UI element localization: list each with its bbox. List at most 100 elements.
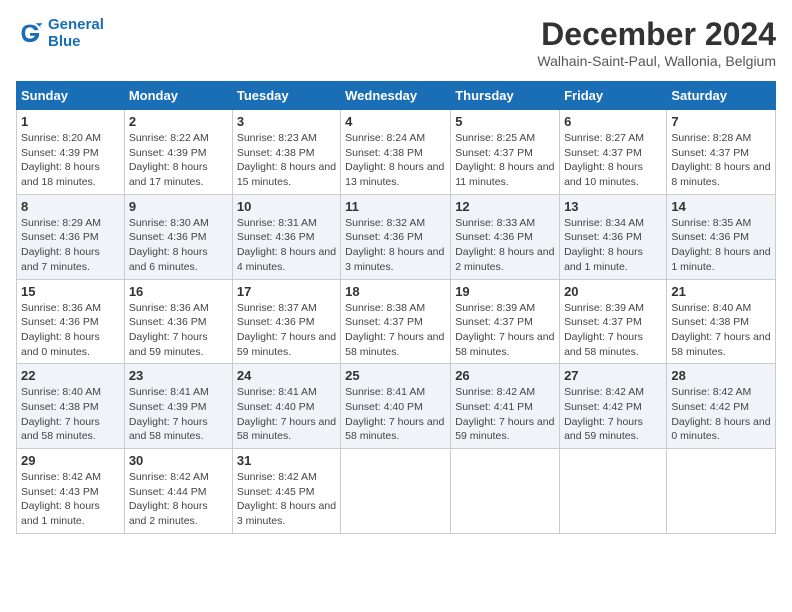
day-detail: Sunrise: 8:28 AMSunset: 4:37 PMDaylight:… <box>671 131 771 190</box>
day-detail: Sunrise: 8:41 AMSunset: 4:40 PMDaylight:… <box>345 385 446 444</box>
day-detail: Sunrise: 8:39 AMSunset: 4:37 PMDaylight:… <box>564 301 662 360</box>
calendar-cell: 3 Sunrise: 8:23 AMSunset: 4:38 PMDaylight… <box>232 110 340 195</box>
day-number: 25 <box>345 368 446 383</box>
title-area: December 2024 Walhain-Saint-Paul, Wallon… <box>537 16 776 69</box>
day-number: 26 <box>455 368 555 383</box>
day-number: 9 <box>129 199 228 214</box>
calendar-cell: 4Sunrise: 8:24 AMSunset: 4:38 PMDaylight… <box>341 110 451 195</box>
weekday-header-saturday: Saturday <box>667 82 776 110</box>
day-number: 24 <box>237 368 336 383</box>
day-detail: Sunrise: 8:32 AMSunset: 4:36 PMDaylight:… <box>345 216 446 275</box>
calendar-cell: 5Sunrise: 8:25 AMSunset: 4:37 PMDaylight… <box>451 110 560 195</box>
day-detail: Sunrise: 8:34 AMSunset: 4:36 PMDaylight:… <box>564 216 662 275</box>
calendar-cell: 8Sunrise: 8:29 AMSunset: 4:36 PMDaylight… <box>17 194 125 279</box>
day-number: 27 <box>564 368 662 383</box>
day-number: 21 <box>671 284 771 299</box>
day-detail: Sunrise: 8:41 AMSunset: 4:40 PMDaylight:… <box>237 385 336 444</box>
day-detail: Sunrise: 8:27 AMSunset: 4:37 PMDaylight:… <box>564 131 662 190</box>
calendar-cell: 31Sunrise: 8:42 AMSunset: 4:45 PMDayligh… <box>232 449 340 534</box>
calendar-cell: 6 Sunrise: 8:27 AMSunset: 4:37 PMDaylight… <box>560 110 667 195</box>
calendar-table: SundayMondayTuesdayWednesdayThursdayFrid… <box>16 81 776 534</box>
logo-text: General Blue <box>48 16 104 50</box>
calendar-cell <box>451 449 560 534</box>
calendar-cell: 19 Sunrise: 8:39 AMSunset: 4:37 PMDayligh… <box>451 279 560 364</box>
day-detail: Sunrise: 8:39 AMSunset: 4:37 PMDaylight:… <box>455 301 555 360</box>
calendar-week-row: 29 Sunrise: 8:42 AMSunset: 4:43 PMDayligh… <box>17 449 776 534</box>
calendar-cell: 14Sunrise: 8:35 AMSunset: 4:36 PMDayligh… <box>667 194 776 279</box>
calendar-cell: 10Sunrise: 8:31 AMSunset: 4:36 PMDayligh… <box>232 194 340 279</box>
day-detail: Sunrise: 8:42 AMSunset: 4:45 PMDaylight:… <box>237 470 336 529</box>
day-detail: Sunrise: 8:40 AMSunset: 4:38 PMDaylight:… <box>671 301 771 360</box>
day-number: 19 <box>455 284 555 299</box>
day-number: 18 <box>345 284 446 299</box>
calendar-cell: 25 Sunrise: 8:41 AMSunset: 4:40 PMDayligh… <box>341 364 451 449</box>
calendar-week-row: 15 Sunrise: 8:36 AMSunset: 4:36 PMDayligh… <box>17 279 776 364</box>
day-detail: Sunrise: 8:31 AMSunset: 4:36 PMDaylight:… <box>237 216 336 275</box>
day-number: 2 <box>129 114 228 129</box>
day-number: 16 <box>129 284 228 299</box>
day-detail: Sunrise: 8:30 AMSunset: 4:36 PMDaylight:… <box>129 216 228 275</box>
calendar-cell: 28Sunrise: 8:42 AMSunset: 4:42 PMDayligh… <box>667 364 776 449</box>
calendar-cell: 16 Sunrise: 8:36 AMSunset: 4:36 PMDayligh… <box>124 279 232 364</box>
logo: General Blue <box>16 16 104 50</box>
calendar-week-row: 8Sunrise: 8:29 AMSunset: 4:36 PMDaylight… <box>17 194 776 279</box>
weekday-header-wednesday: Wednesday <box>341 82 451 110</box>
calendar-cell: 27 Sunrise: 8:42 AMSunset: 4:42 PMDayligh… <box>560 364 667 449</box>
calendar-cell: 15 Sunrise: 8:36 AMSunset: 4:36 PMDayligh… <box>17 279 125 364</box>
calendar-cell: 30 Sunrise: 8:42 AMSunset: 4:44 PMDayligh… <box>124 449 232 534</box>
day-detail: Sunrise: 8:37 AMSunset: 4:36 PMDaylight:… <box>237 301 336 360</box>
day-number: 7 <box>671 114 771 129</box>
day-number: 12 <box>455 199 555 214</box>
weekday-header-tuesday: Tuesday <box>232 82 340 110</box>
day-number: 20 <box>564 284 662 299</box>
weekday-header-thursday: Thursday <box>451 82 560 110</box>
day-number: 17 <box>237 284 336 299</box>
day-number: 29 <box>21 453 120 468</box>
day-number: 14 <box>671 199 771 214</box>
day-number: 11 <box>345 199 446 214</box>
calendar-cell: 22Sunrise: 8:40 AMSunset: 4:38 PMDayligh… <box>17 364 125 449</box>
calendar-cell: 7 Sunrise: 8:28 AMSunset: 4:37 PMDaylight… <box>667 110 776 195</box>
day-number: 28 <box>671 368 771 383</box>
day-number: 8 <box>21 199 120 214</box>
day-detail: Sunrise: 8:40 AMSunset: 4:38 PMDaylight:… <box>21 385 120 444</box>
day-number: 30 <box>129 453 228 468</box>
calendar-cell: 13 Sunrise: 8:34 AMSunset: 4:36 PMDayligh… <box>560 194 667 279</box>
calendar-cell: 2 Sunrise: 8:22 AMSunset: 4:39 PMDaylight… <box>124 110 232 195</box>
calendar-cell: 9 Sunrise: 8:30 AMSunset: 4:36 PMDaylight… <box>124 194 232 279</box>
day-detail: Sunrise: 8:24 AMSunset: 4:38 PMDaylight:… <box>345 131 446 190</box>
calendar-cell: 23Sunrise: 8:41 AMSunset: 4:39 PMDayligh… <box>124 364 232 449</box>
day-detail: Sunrise: 8:36 AMSunset: 4:36 PMDaylight:… <box>21 301 120 360</box>
day-number: 6 <box>564 114 662 129</box>
month-year-title: December 2024 <box>537 16 776 53</box>
calendar-week-row: 22Sunrise: 8:40 AMSunset: 4:38 PMDayligh… <box>17 364 776 449</box>
day-detail: Sunrise: 8:38 AMSunset: 4:37 PMDaylight:… <box>345 301 446 360</box>
day-detail: Sunrise: 8:42 AMSunset: 4:43 PMDaylight:… <box>21 470 120 529</box>
day-number: 3 <box>237 114 336 129</box>
calendar-cell <box>667 449 776 534</box>
weekday-header-sunday: Sunday <box>17 82 125 110</box>
calendar-cell: 21 Sunrise: 8:40 AMSunset: 4:38 PMDayligh… <box>667 279 776 364</box>
day-detail: Sunrise: 8:36 AMSunset: 4:36 PMDaylight:… <box>129 301 228 360</box>
day-detail: Sunrise: 8:42 AMSunset: 4:42 PMDaylight:… <box>564 385 662 444</box>
calendar-cell: 1Sunrise: 8:20 AMSunset: 4:39 PMDaylight… <box>17 110 125 195</box>
weekday-header-monday: Monday <box>124 82 232 110</box>
calendar-cell <box>341 449 451 534</box>
day-detail: Sunrise: 8:41 AMSunset: 4:39 PMDaylight:… <box>129 385 228 444</box>
day-number: 5 <box>455 114 555 129</box>
day-number: 13 <box>564 199 662 214</box>
day-detail: Sunrise: 8:23 AMSunset: 4:38 PMDaylight:… <box>237 131 336 190</box>
calendar-cell: 12 Sunrise: 8:33 AMSunset: 4:36 PMDayligh… <box>451 194 560 279</box>
day-number: 15 <box>21 284 120 299</box>
calendar-cell: 26Sunrise: 8:42 AMSunset: 4:41 PMDayligh… <box>451 364 560 449</box>
location-subtitle: Walhain-Saint-Paul, Wallonia, Belgium <box>537 53 776 69</box>
calendar-week-row: 1Sunrise: 8:20 AMSunset: 4:39 PMDaylight… <box>17 110 776 195</box>
day-detail: Sunrise: 8:33 AMSunset: 4:36 PMDaylight:… <box>455 216 555 275</box>
calendar-cell <box>560 449 667 534</box>
page-header: General Blue December 2024 Walhain-Saint… <box>16 16 776 69</box>
day-detail: Sunrise: 8:22 AMSunset: 4:39 PMDaylight:… <box>129 131 228 190</box>
weekday-header-friday: Friday <box>560 82 667 110</box>
day-detail: Sunrise: 8:42 AMSunset: 4:44 PMDaylight:… <box>129 470 228 529</box>
calendar-cell: 17 Sunrise: 8:37 AMSunset: 4:36 PMDayligh… <box>232 279 340 364</box>
day-number: 1 <box>21 114 120 129</box>
